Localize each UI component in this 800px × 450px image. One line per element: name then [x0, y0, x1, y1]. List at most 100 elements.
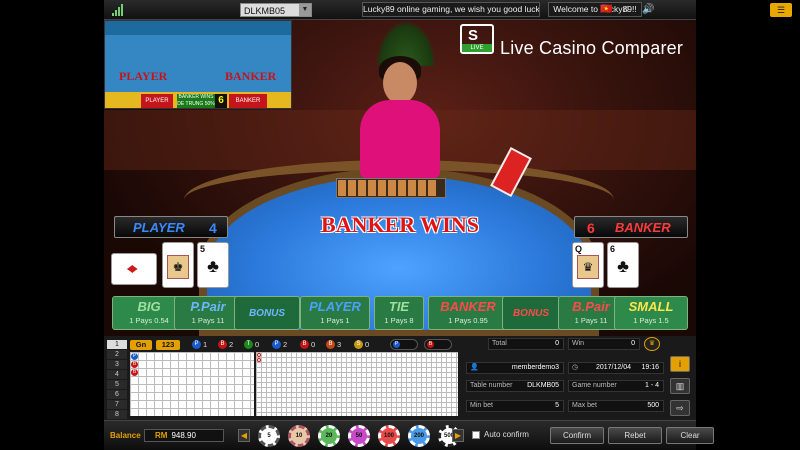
- stat-banker: B2: [218, 340, 233, 350]
- bet-label: BANKER: [440, 299, 496, 314]
- bet-payout: 1 Pays 8: [384, 316, 414, 325]
- vip-badge-icon: ♛: [644, 337, 660, 351]
- bar-chart-icon: ▥: [675, 381, 685, 391]
- balance-display: RM 948.90: [144, 429, 224, 442]
- chip-50[interactable]: 50: [348, 425, 370, 447]
- bead-mark: B: [131, 369, 138, 376]
- menu-button[interactable]: ☰: [770, 3, 792, 17]
- chip-200[interactable]: 200: [408, 425, 430, 447]
- bet-player[interactable]: PLAYER 1 Pays 1: [300, 296, 370, 330]
- bet-payout: 1 Pays 11: [191, 316, 225, 325]
- banker-score-value: 6: [587, 220, 595, 236]
- card-suit: ♦: [123, 264, 143, 274]
- table-number-field: Table number DLKMB05: [466, 380, 564, 392]
- banker-card-1: Q ♛: [572, 242, 604, 288]
- chip-20[interactable]: 20: [318, 425, 340, 447]
- bet-player-pair[interactable]: P.Pair 1 Pays 11: [174, 296, 242, 330]
- bet-player-bonus[interactable]: BONUS: [234, 296, 300, 330]
- road-row-number[interactable]: 4: [107, 370, 127, 379]
- clear-button[interactable]: Clear: [666, 427, 714, 444]
- bead-road-grid: P B B: [130, 352, 254, 416]
- predict-player-button[interactable]: P: [390, 339, 418, 350]
- signal-strength-icon: [112, 4, 126, 16]
- chip-100[interactable]: 100: [378, 425, 400, 447]
- marquee-message: Lucky89 online gaming, we wish you good …: [362, 2, 540, 17]
- road-gn-button[interactable]: Gn: [130, 340, 152, 350]
- bet-banker-bonus[interactable]: BONUS: [502, 296, 560, 330]
- banker-score-bar: 6 BANKER: [574, 216, 688, 238]
- stat-player-pair: P2: [272, 340, 287, 350]
- card-suit: ♣: [617, 256, 629, 276]
- road-row-number[interactable]: 3: [107, 360, 127, 369]
- road-row-number[interactable]: 2: [107, 350, 127, 359]
- exit-icon: ⇨: [676, 403, 684, 413]
- switch-table-button[interactable]: ⇨: [670, 400, 690, 416]
- roadmap-and-info-panel: 1 2 3 4 5 6 7 8 Gn 123 P1 B2 T0 P2 B0 B3…: [104, 336, 696, 420]
- road-123-button[interactable]: 123: [156, 340, 180, 350]
- road-row-number[interactable]: 5: [107, 380, 127, 389]
- game-number-field: Game number 1 - 4: [568, 380, 664, 392]
- chip-scroll-right-button[interactable]: ▶: [452, 429, 464, 442]
- inset-bar-player: PLAYER: [141, 94, 173, 108]
- bet-tie[interactable]: TIE 1 Pays 8: [374, 296, 424, 330]
- bet-label: P.Pair: [190, 299, 226, 314]
- road-row-number[interactable]: 1: [107, 340, 127, 349]
- music-icon[interactable]: ♫: [622, 3, 630, 17]
- road-row-number[interactable]: 6: [107, 390, 127, 399]
- big-road-grid: [256, 352, 458, 416]
- bet-payout: 1 Pays 1: [320, 316, 350, 325]
- bet-label: PLAYER: [309, 299, 361, 314]
- user-icon: 👤: [470, 364, 479, 371]
- inset-bar-number: 6: [215, 94, 227, 108]
- table-select[interactable]: DLKMB05 ▼: [240, 3, 312, 17]
- volume-icon[interactable]: 🔊: [642, 3, 654, 17]
- inset-player-label: PLAYER: [119, 69, 168, 83]
- stat-player: P1: [192, 340, 207, 350]
- inset-bar-banker: BANKER: [229, 94, 267, 108]
- stat-banker-pair: B0: [300, 340, 315, 350]
- info-button[interactable]: i: [670, 356, 690, 372]
- language-flag-icon[interactable]: 🇻🇳: [600, 3, 612, 17]
- chip-5[interactable]: 5: [258, 425, 280, 447]
- table-select-value: DLKMB05: [244, 6, 286, 16]
- logo-letter: S: [468, 27, 479, 44]
- balance-value: 948.90: [171, 431, 196, 440]
- card-suit: ♚: [167, 255, 189, 279]
- bead-mark: P: [131, 353, 138, 360]
- chevron-right-icon: ▶: [454, 431, 462, 440]
- inset-banker-label: BANKER: [225, 69, 277, 83]
- win-field: Win 0: [568, 338, 640, 350]
- player-card-2: 5 ♣: [197, 242, 229, 288]
- bet-small[interactable]: SMALL 1 Pays 1.5: [614, 296, 688, 330]
- player-card-1: ♚: [162, 242, 194, 288]
- dealer-head: [383, 62, 417, 104]
- auto-confirm-toggle[interactable]: Auto confirm: [472, 430, 529, 439]
- road-row-number[interactable]: 7: [107, 400, 127, 409]
- predict-banker-button[interactable]: B: [424, 339, 452, 350]
- big-road-mark: [257, 358, 261, 362]
- confirm-button[interactable]: Confirm: [550, 427, 604, 444]
- bet-payout: 1 Pays 1.5: [633, 316, 669, 325]
- chip-10[interactable]: 10: [288, 425, 310, 447]
- player-score-bar: PLAYER 4: [114, 216, 228, 238]
- rebet-button[interactable]: Rebet: [608, 427, 662, 444]
- clock-icon: ◷: [572, 364, 579, 371]
- road-row-number[interactable]: 8: [107, 410, 127, 419]
- auto-confirm-label: Auto confirm: [484, 430, 529, 439]
- auto-confirm-checkbox[interactable]: [472, 430, 480, 439]
- member-field: 👤 memberdemo3: [466, 362, 564, 374]
- player-score-label: PLAYER: [133, 220, 185, 235]
- inset-table-camera[interactable]: PLAYER BANKER PLAYER BANKER WINS DE TRUN…: [104, 20, 292, 109]
- date-time-field: ◷ 2017/12/04 19:16: [568, 362, 664, 374]
- inset-result-bar: PLAYER BANKER WINS DE TRUNG 50% 6 BANKER: [105, 92, 291, 108]
- dealer: [360, 100, 440, 178]
- stats-button[interactable]: ▥: [670, 378, 690, 394]
- card-suit: ♣: [207, 256, 219, 276]
- chevron-down-icon: ▼: [299, 4, 311, 16]
- watermark-text: Live Casino Comparer: [500, 38, 684, 58]
- bet-banker[interactable]: BANKER 1 Pays 0.95: [428, 296, 508, 330]
- bet-label: TIE: [388, 299, 410, 314]
- chip-tray: [336, 178, 446, 198]
- chip-scroll-left-button[interactable]: ◀: [238, 429, 250, 442]
- balance-label: Balance: [110, 431, 141, 440]
